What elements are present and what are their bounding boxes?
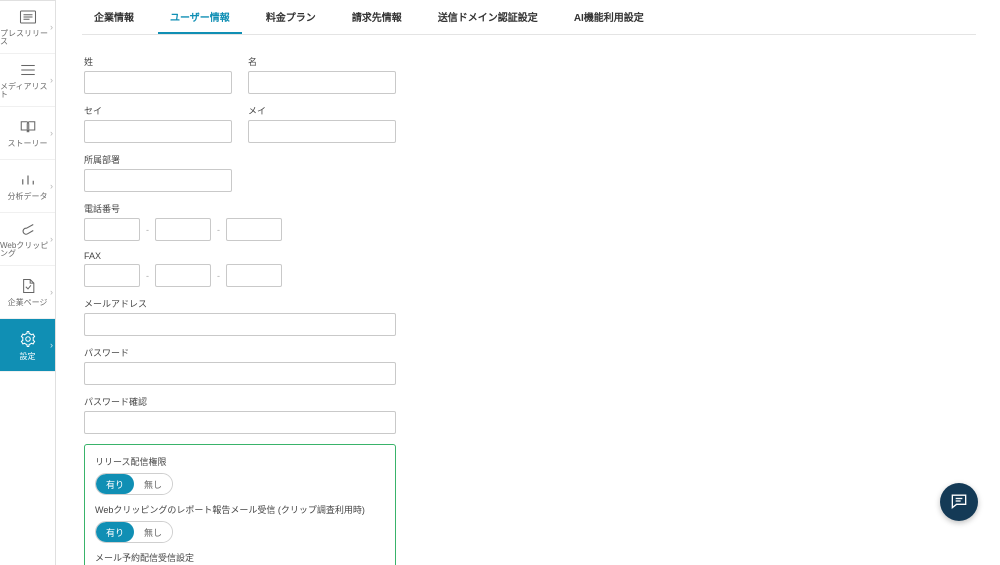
sidebar-item-story[interactable]: ストーリー ›	[0, 107, 55, 160]
password-input[interactable]	[84, 362, 396, 385]
release-perm-no[interactable]: 無し	[134, 474, 172, 494]
tab-user[interactable]: ユーザー情報	[158, 0, 242, 34]
chevron-right-icon: ›	[50, 128, 53, 138]
tel-input-1[interactable]	[84, 218, 140, 241]
chevron-right-icon: ›	[50, 340, 53, 350]
tel-label: 電話番号	[84, 202, 404, 215]
password-label: パスワード	[84, 346, 404, 359]
webclip-mail-label: Webクリッピングのレポート報告メール受信 (クリップ調査利用時)	[95, 503, 385, 516]
chevron-right-icon: ›	[50, 287, 53, 297]
separator: -	[146, 271, 149, 281]
chevron-right-icon: ›	[50, 22, 53, 32]
first-name-input[interactable]	[248, 71, 396, 94]
dept-input[interactable]	[84, 169, 232, 192]
webclip-mail-no[interactable]: 無し	[134, 522, 172, 542]
chevron-right-icon: ›	[50, 75, 53, 85]
chevron-right-icon: ›	[50, 181, 53, 191]
fax-input-1[interactable]	[84, 264, 140, 287]
separator: -	[146, 225, 149, 235]
corp-page-icon	[19, 278, 37, 296]
sidebar-item-webclip[interactable]: Webクリッピング ›	[0, 213, 55, 266]
last-name-label: 姓	[84, 55, 232, 68]
email-input[interactable]	[84, 313, 396, 336]
sidebar-item-label: 企業ページ	[8, 299, 48, 307]
press-release-icon	[19, 9, 37, 27]
tab-plan[interactable]: 料金プラン	[254, 0, 328, 34]
release-perm-yes[interactable]: 有り	[96, 474, 134, 494]
main-content: 企業情報 ユーザー情報 料金プラン 請求先情報 送信ドメイン認証設定 AI機能利…	[56, 0, 1000, 565]
sidebar-item-analytics[interactable]: 分析データ ›	[0, 160, 55, 213]
sched-mail-label: メール予約配信受信設定	[95, 551, 385, 564]
fax-input-3[interactable]	[226, 264, 282, 287]
sidebar-item-label: Webクリッピング	[0, 242, 55, 258]
sidebar-item-media-list[interactable]: メディアリスト ›	[0, 54, 55, 107]
password-confirm-input[interactable]	[84, 411, 396, 434]
sidebar-item-settings[interactable]: 設定 ›	[0, 319, 55, 372]
last-name-input[interactable]	[84, 71, 232, 94]
tel-input-3[interactable]	[226, 218, 282, 241]
scroll-area[interactable]: 企業情報 ユーザー情報 料金プラン 請求先情報 送信ドメイン認証設定 AI機能利…	[56, 0, 1000, 565]
user-info-form: 姓 名 セイ メイ	[84, 55, 404, 565]
email-label: メールアドレス	[84, 297, 404, 310]
sidebar-item-label: 設定	[20, 353, 36, 361]
webclip-mail-yes[interactable]: 有り	[96, 522, 134, 542]
story-icon	[19, 119, 37, 137]
webclip-mail-toggle: 有り 無し	[95, 521, 173, 543]
release-perm-label: リリース配信権限	[95, 455, 385, 468]
tab-ai[interactable]: AI機能利用設定	[562, 0, 656, 34]
chevron-right-icon: ›	[50, 234, 53, 244]
chat-icon	[949, 491, 969, 513]
password-confirm-label: パスワード確認	[84, 395, 404, 408]
last-kana-input[interactable]	[84, 120, 232, 143]
release-perm-toggle: 有り 無し	[95, 473, 173, 495]
tab-billing[interactable]: 請求先情報	[340, 0, 414, 34]
tab-domain[interactable]: 送信ドメイン認証設定	[426, 0, 550, 34]
separator: -	[217, 271, 220, 281]
last-kana-label: セイ	[84, 104, 232, 117]
fax-input-2[interactable]	[155, 264, 211, 287]
sidebar: プレスリリース › メディアリスト › ストーリー › 分析データ ›	[0, 0, 56, 565]
settings-icon	[19, 330, 37, 350]
sidebar-item-corp-page[interactable]: 企業ページ ›	[0, 266, 55, 319]
first-kana-label: メイ	[248, 104, 396, 117]
tel-input-2[interactable]	[155, 218, 211, 241]
settings-tabs: 企業情報 ユーザー情報 料金プラン 請求先情報 送信ドメイン認証設定 AI機能利…	[82, 0, 976, 35]
sidebar-item-label: メディアリスト	[0, 83, 55, 99]
sidebar-item-press-release[interactable]: プレスリリース ›	[0, 1, 55, 54]
highlighted-permissions-block: リリース配信権限 有り 無し Webクリッピングのレポート報告メール受信 (クリ…	[84, 444, 396, 565]
sidebar-item-label: 分析データ	[8, 193, 48, 201]
media-list-icon	[19, 62, 37, 80]
first-kana-input[interactable]	[248, 120, 396, 143]
dept-label: 所属部署	[84, 153, 404, 166]
analytics-icon	[19, 172, 37, 190]
separator: -	[217, 225, 220, 235]
first-name-label: 名	[248, 55, 396, 68]
webclip-icon	[19, 221, 37, 239]
fax-label: FAX	[84, 251, 404, 261]
sidebar-item-label: プレスリリース	[0, 30, 55, 46]
tab-company[interactable]: 企業情報	[82, 0, 146, 34]
chat-fab[interactable]	[940, 483, 978, 521]
sidebar-item-label: ストーリー	[8, 140, 48, 148]
